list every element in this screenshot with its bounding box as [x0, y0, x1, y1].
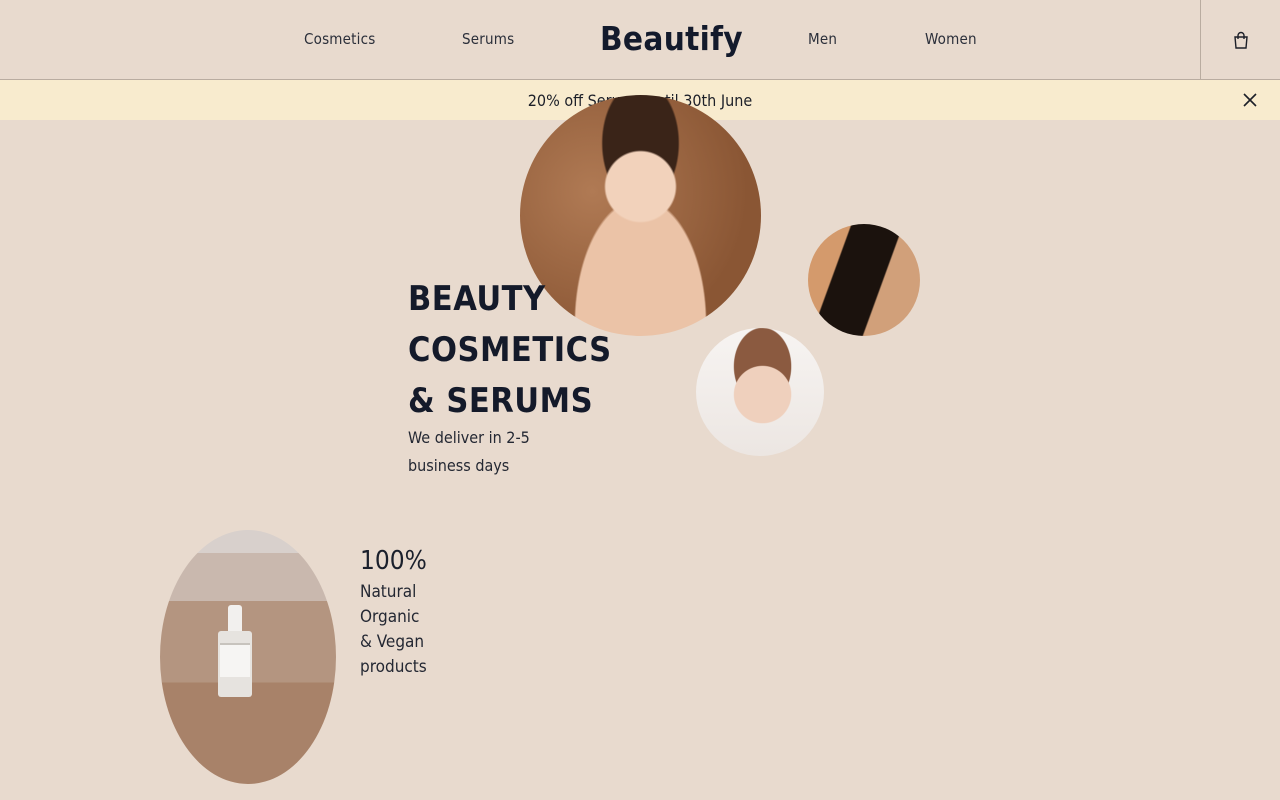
hero-title: BEAUTY COSMETICS & SERUMS	[408, 274, 612, 427]
site-header: Cosmetics Serums Beautify Men Women	[0, 0, 1280, 80]
nav-link-men[interactable]: Men	[808, 30, 837, 48]
promo-close-button[interactable]	[1238, 88, 1262, 112]
hero-image-face-serum	[696, 328, 824, 456]
feature-description: Natural Organic & Vegan products	[360, 580, 480, 680]
feature-line-1: Natural	[360, 582, 417, 602]
nav-link-cosmetics[interactable]: Cosmetics	[304, 30, 375, 48]
feature-line-3: & Vegan	[360, 632, 425, 652]
hero-subtitle: We deliver in 2-5 business days	[408, 428, 530, 475]
nav-link-women[interactable]: Women	[925, 30, 977, 48]
bottle-illustration	[218, 605, 252, 697]
hero-title-line-1: BEAUTY	[408, 279, 546, 319]
close-icon	[1243, 93, 1257, 107]
cart-button[interactable]	[1200, 0, 1280, 80]
shopping-bag-icon	[1233, 31, 1248, 49]
nav-link-serums[interactable]: Serums	[462, 30, 514, 48]
feature-stat: 100%	[360, 546, 427, 576]
feature-line-4: products	[360, 657, 427, 677]
feature-line-2: Organic	[360, 607, 420, 627]
hero-title-line-3: & SERUMS	[408, 381, 594, 421]
hero-title-line-2: COSMETICS	[408, 330, 612, 370]
brand-logo[interactable]: Beautify	[600, 19, 743, 58]
product-image-serum-bottle	[160, 530, 336, 784]
hero-image-hair-serum	[808, 224, 920, 336]
